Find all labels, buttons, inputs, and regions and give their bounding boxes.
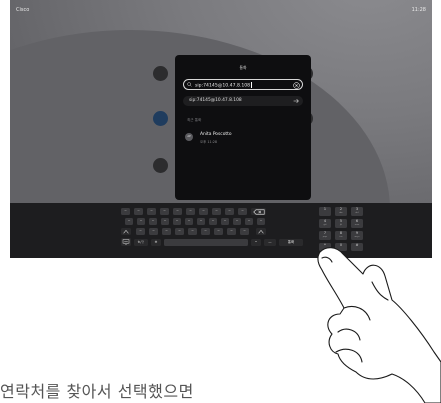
pointing-hand-illustration — [317, 247, 441, 403]
caption-text: 연락처를 찾아서 선택했으면 — [0, 382, 194, 401]
